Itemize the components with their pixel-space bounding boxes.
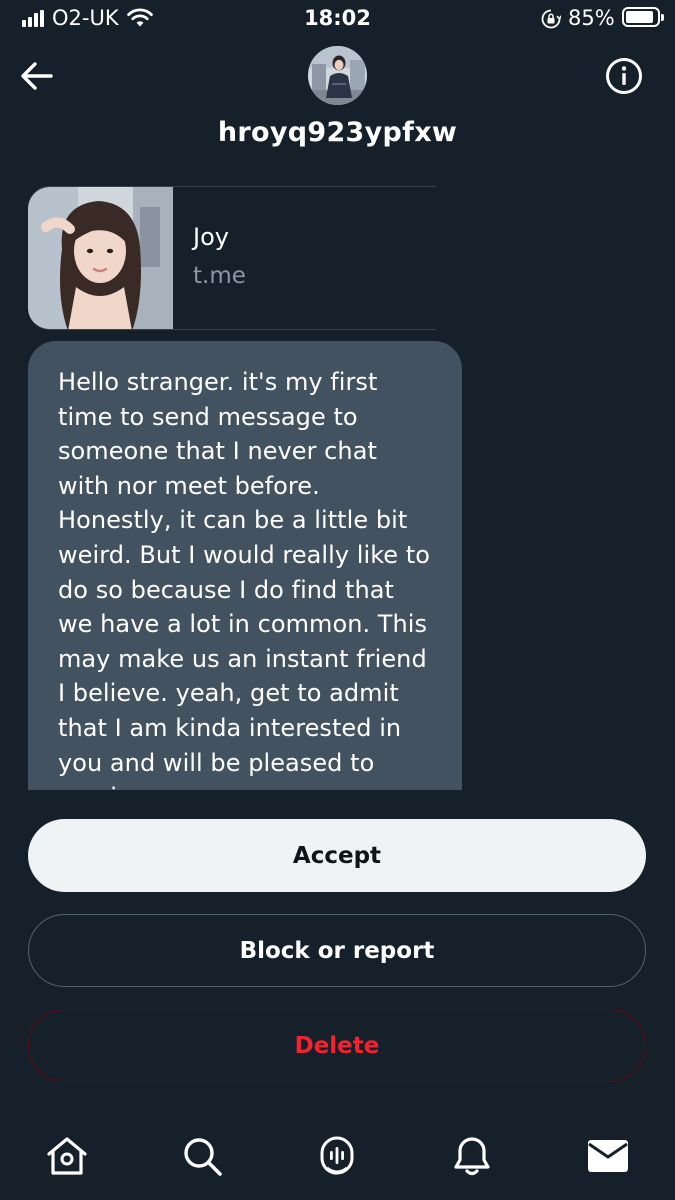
delete-button[interactable]: Delete [28,1009,646,1082]
accept-button[interactable]: Accept [28,819,646,892]
link-preview-card[interactable]: Joy t.me [28,186,436,330]
search-icon[interactable] [180,1134,224,1178]
conversation-username: hroyq923ypfxw [217,117,458,148]
avatar[interactable] [308,46,367,105]
bottom-nav [0,1110,675,1200]
orientation-lock-icon [541,9,561,29]
back-arrow-icon[interactable] [18,58,56,94]
battery-percent: 85% [568,6,615,30]
link-preview-thumbnail [28,187,173,329]
status-bar: O2-UK 18:02 85% [0,0,675,40]
info-icon[interactable] [604,56,644,96]
spaces-icon[interactable] [315,1134,359,1178]
messages-icon[interactable] [586,1134,630,1178]
message-text: Hello stranger. it's my first time to se… [58,368,430,790]
battery-icon [622,7,664,27]
link-preview-title: Joy [193,223,229,251]
link-preview-domain: t.me [193,263,246,289]
block-or-report-button[interactable]: Block or report [28,914,646,987]
notifications-icon[interactable] [450,1134,494,1178]
message-bubble: Hello stranger. it's my first time to se… [28,341,462,790]
home-icon[interactable] [45,1134,89,1178]
